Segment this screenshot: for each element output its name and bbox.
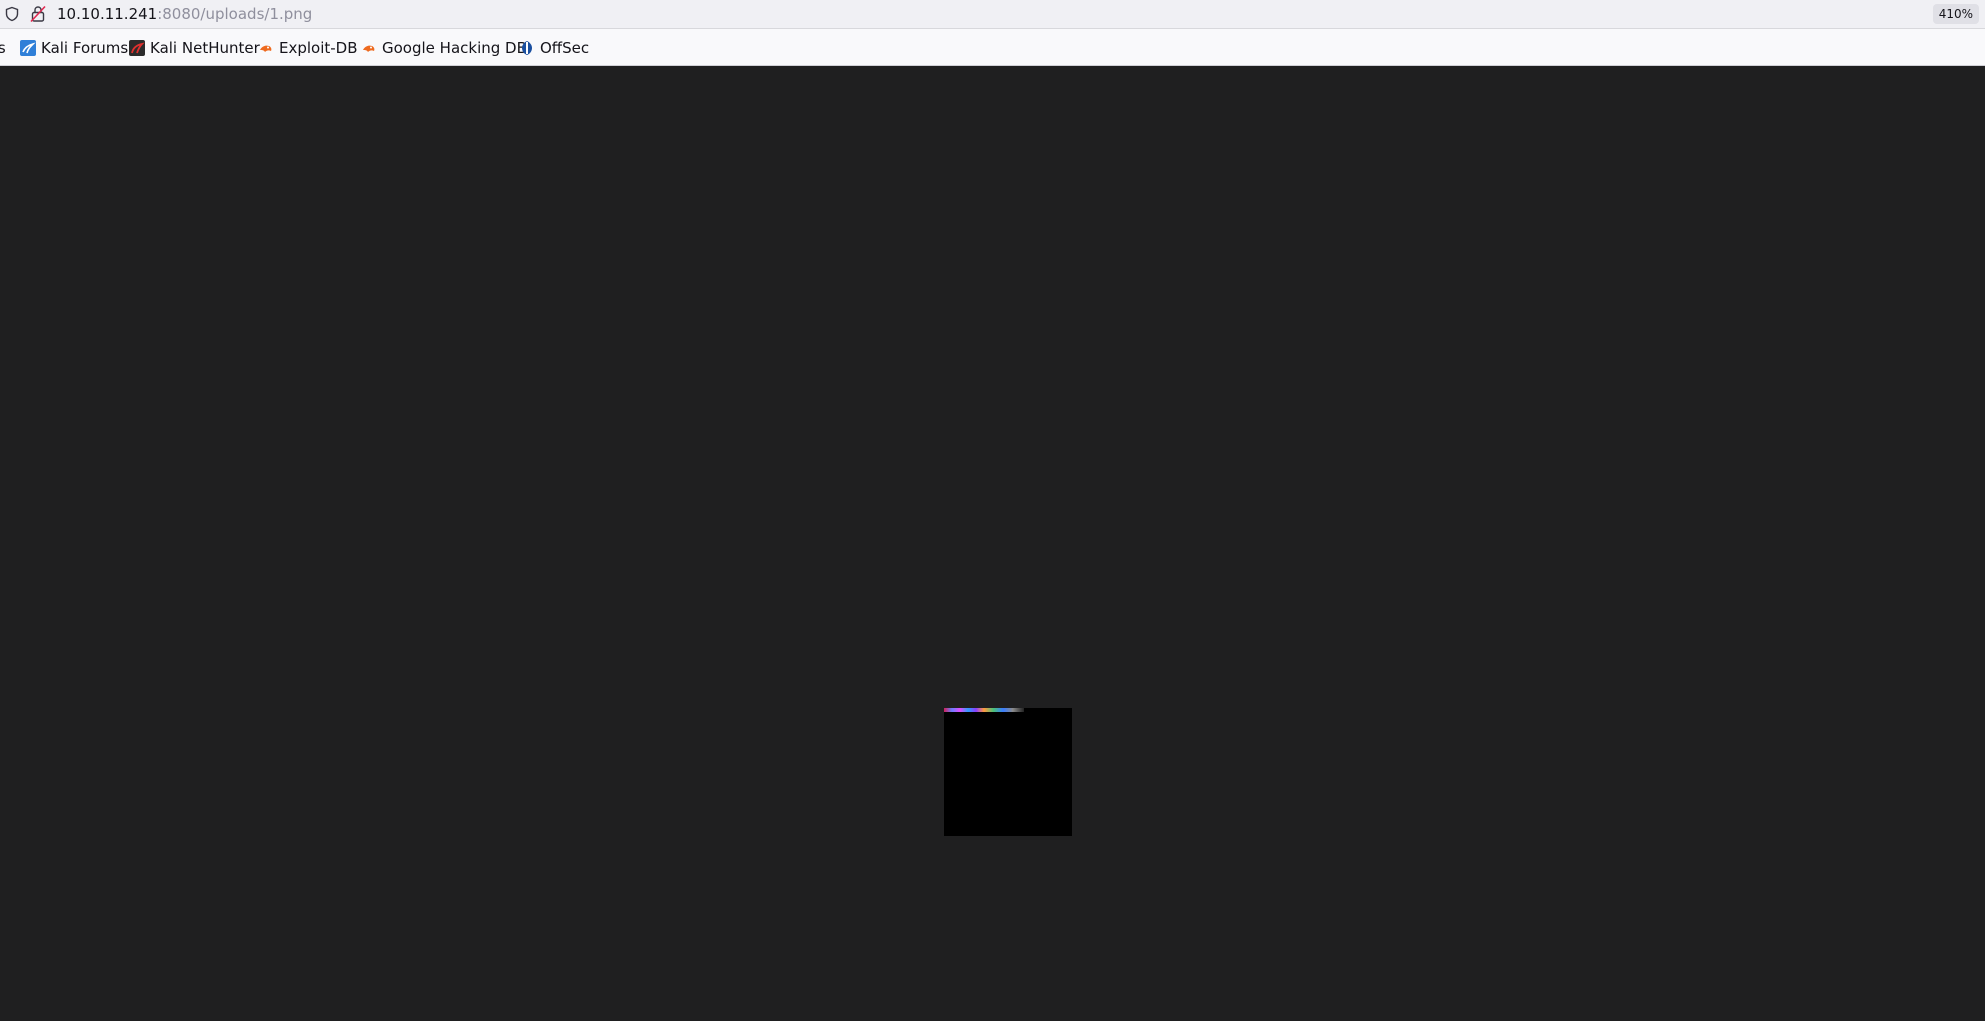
image-viewer [0, 66, 1985, 1021]
ghdb-icon [363, 45, 375, 52]
bookmark-kali-forums[interactable]: Kali Forums [20, 38, 128, 58]
bookmark-label: Kali Forums [41, 39, 129, 57]
shield-icon[interactable] [4, 6, 20, 22]
exploit-db-icon [260, 45, 272, 52]
bookmark-label: ts [0, 39, 6, 57]
bookmarks-toolbar: ts Kali Forums Kali NetHunter Exploit-DB… [0, 29, 1985, 66]
bookmark-offsec[interactable]: OffSec [519, 38, 589, 58]
url-path: :8080/uploads/1.png [157, 5, 313, 23]
bookmark-truncated[interactable]: ts [0, 38, 6, 58]
uploaded-image[interactable] [944, 708, 1072, 836]
bookmark-label: Google Hacking DB [382, 39, 527, 57]
bookmark-kali-nethunter[interactable]: Kali NetHunter [129, 38, 260, 58]
insecure-lock-icon[interactable] [30, 5, 46, 23]
url-host: 10.10.11.241 [57, 5, 158, 23]
url-field[interactable]: 10.10.11.241:8080/uploads/1.png [57, 5, 312, 24]
address-bar[interactable]: 10.10.11.241:8080/uploads/1.png 410% [0, 0, 1985, 29]
bookmark-label: Exploit-DB [279, 39, 358, 57]
bookmark-label: OffSec [540, 39, 590, 57]
offsec-icon [522, 41, 532, 55]
zoom-indicator-button[interactable]: 410% [1932, 4, 1979, 24]
bookmark-google-hacking-db[interactable]: Google Hacking DB [361, 38, 527, 58]
bookmark-exploit-db[interactable]: Exploit-DB [258, 38, 358, 58]
bookmark-label: Kali NetHunter [150, 39, 260, 57]
image-pixel-strip [944, 708, 1024, 712]
kali-nethunter-icon [129, 40, 145, 56]
kali-dragon-icon [20, 40, 36, 56]
